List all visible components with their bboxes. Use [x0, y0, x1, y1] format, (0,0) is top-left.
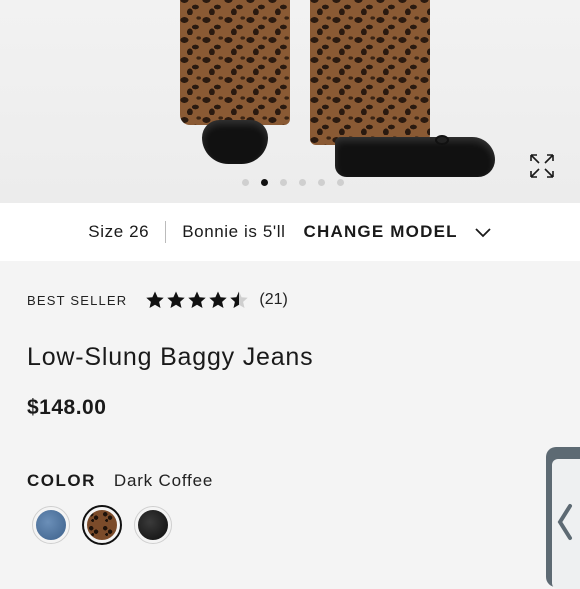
product-image-gallery[interactable]: [0, 0, 580, 203]
color-label: COLOR: [27, 471, 96, 490]
color-row: COLOR Dark Coffee: [27, 471, 213, 491]
badge-rating-row: BEST SELLER (21): [27, 290, 288, 310]
expand-icon[interactable]: [528, 152, 556, 180]
gallery-dot[interactable]: [280, 179, 287, 186]
star-icon: [167, 291, 186, 308]
swatch-blue-denim[interactable]: [32, 506, 70, 544]
star-icon: [188, 291, 207, 308]
color-swatches: [32, 505, 172, 545]
model-size-label: Size 26: [88, 222, 150, 241]
swatch-black[interactable]: [134, 506, 172, 544]
gallery-dot[interactable]: [242, 179, 249, 186]
side-panel-tab[interactable]: [546, 447, 580, 589]
model-height-label: Bonnie is 5'll: [182, 222, 286, 241]
star-icon: [146, 291, 165, 308]
change-model-button[interactable]: CHANGE MODEL: [304, 222, 458, 242]
product-photo-left-leg: [180, 0, 290, 125]
selected-color-name: Dark Coffee: [113, 471, 214, 490]
chevron-left-icon[interactable]: [554, 502, 574, 542]
star-icon: [209, 291, 228, 308]
product-title: Low-Slung Baggy Jeans: [27, 343, 314, 371]
gallery-dot-active[interactable]: [261, 179, 268, 186]
divider: [165, 221, 167, 243]
product-photo-left-shoe: [202, 120, 268, 164]
review-count-link[interactable]: (21): [259, 291, 287, 309]
swatch-leopard-selected[interactable]: [82, 505, 122, 545]
product-photo-right-shoe: [335, 135, 495, 177]
gallery-dot[interactable]: [337, 179, 344, 186]
best-seller-badge: BEST SELLER: [27, 292, 128, 308]
star-half-icon: [230, 291, 249, 308]
star-rating[interactable]: [145, 290, 249, 310]
product-price: $148.00: [27, 396, 107, 419]
gallery-dot[interactable]: [318, 179, 325, 186]
product-photo-right-leg: [310, 0, 430, 145]
gallery-dot[interactable]: [299, 179, 306, 186]
gallery-pagination: [242, 179, 344, 186]
chevron-down-icon[interactable]: [474, 223, 492, 241]
model-size-bar: Size 26 Bonnie is 5'll CHANGE MODEL: [0, 203, 580, 261]
